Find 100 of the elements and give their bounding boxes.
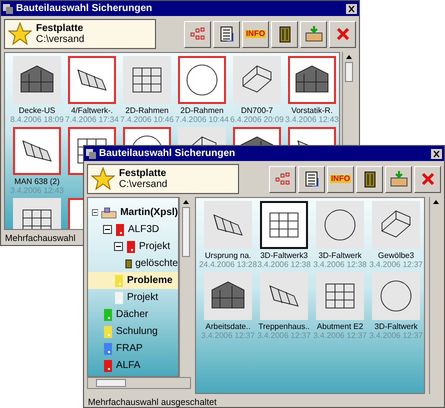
- item-date: 3.4.2006 12:37: [369, 331, 423, 340]
- tree-label: gelöschte: [135, 257, 178, 271]
- window-icon: [86, 148, 96, 158]
- item-name: 2D-Rahmen: [180, 106, 224, 115]
- delete-button[interactable]: [271, 20, 298, 48]
- collapse-icon[interactable]: [103, 225, 112, 234]
- location-path: C:\versand: [119, 179, 168, 190]
- item-date: 3.4.2006 12:38: [257, 260, 311, 269]
- star-icon: [8, 22, 32, 46]
- item-date: 7.4.2006 17:34: [65, 115, 119, 124]
- star-icon: [91, 167, 115, 191]
- item-name: Abutment E2: [316, 322, 364, 331]
- close-button[interactable]: [329, 20, 356, 48]
- tree-item[interactable]: Projekt: [88, 238, 178, 255]
- thumbnail-tile[interactable]: [288, 56, 336, 104]
- item-name: 3D-Faltwerk3: [260, 251, 308, 260]
- tree-item[interactable]: Martin(Xpsl): [88, 204, 178, 221]
- item-name: 3D-Faltwerk: [318, 251, 362, 260]
- tree-item[interactable]: Probleme: [88, 272, 178, 289]
- item-name: 2D-Rahmen: [125, 106, 169, 115]
- thumbnail-tile[interactable]: [68, 56, 116, 104]
- tree-label: Dächer: [116, 308, 148, 322]
- tree-label: ALFA: [116, 359, 140, 373]
- trash-icon: [364, 170, 376, 188]
- stacked-pages-icon: [302, 170, 320, 188]
- tree-item[interactable]: gelöschte: [88, 255, 178, 272]
- item-name: 4/Faltwerk-.: [71, 106, 113, 115]
- close-icon[interactable]: [431, 148, 442, 158]
- close-icon: [420, 172, 434, 186]
- desk-arrow-icon: [304, 25, 324, 43]
- tree-item[interactable]: Projekt: [88, 289, 178, 306]
- scroll-thumb[interactable]: [96, 379, 126, 387]
- copy-button[interactable]: [213, 20, 240, 48]
- tree-label: FRAP: [116, 342, 143, 356]
- item-date: 3.4.2006 12:38: [313, 260, 367, 269]
- item-date: 3.4.2006 12:37: [257, 331, 311, 340]
- import-button[interactable]: [300, 20, 327, 48]
- window-icon: [3, 4, 13, 14]
- item-date: 3.4.2006 12:37: [201, 331, 255, 340]
- close-button[interactable]: [414, 166, 441, 192]
- computer-desk-icon: [101, 204, 118, 220]
- network-button[interactable]: [184, 20, 211, 48]
- tree-item[interactable]: ALFA: [88, 357, 178, 374]
- network-button[interactable]: [269, 166, 296, 192]
- import-button[interactable]: [385, 166, 412, 192]
- location-path: C:\versand: [36, 34, 84, 45]
- item-date: 7.4.2006 10:46: [120, 115, 174, 124]
- desk-arrow-icon: [388, 170, 408, 188]
- close-icon: [336, 27, 350, 41]
- collapse-icon[interactable]: [114, 242, 123, 251]
- item-date: 6.4.2006 20:09: [230, 115, 284, 124]
- item-date: 24.4.2006 13:28: [199, 260, 257, 269]
- network-icon: [274, 172, 290, 186]
- item-date: 3.4.2006 12:43: [10, 186, 64, 195]
- trash-icon: [125, 257, 132, 270]
- stacked-pages-icon: [218, 25, 236, 43]
- horizontal-scrollbar[interactable]: [87, 377, 191, 389]
- tree-label: Martin(Xpsl): [120, 206, 178, 220]
- thumbnail-tile[interactable]: [178, 56, 226, 104]
- window-title: Bauteilauswahl Sicherungen: [16, 2, 154, 16]
- item-name: Treppenhaus..: [258, 322, 310, 331]
- item-name: Ursprung na.: [204, 251, 252, 260]
- tree-label: Projekt: [127, 291, 158, 305]
- item-name: MAN 638 (2): [14, 177, 60, 186]
- network-icon: [190, 27, 206, 41]
- tree-item[interactable]: Dächer: [88, 306, 178, 323]
- item-date: 8.4.2006 18:09: [10, 115, 64, 124]
- collapse-icon[interactable]: [92, 208, 98, 217]
- copy-button[interactable]: [298, 166, 325, 192]
- item-name: Gewölbe3: [378, 251, 414, 260]
- item-date: 3.4.2006 12:37: [369, 260, 423, 269]
- thumbnail-tile[interactable]: [13, 127, 61, 175]
- thumbnail-tile[interactable]: [260, 201, 308, 249]
- status-text: Mehrfachauswahl ausgeschaltet: [87, 396, 218, 408]
- scroll-thumb[interactable]: [344, 62, 352, 82]
- item-date: 7.4.2006 10:44: [175, 115, 229, 124]
- close-icon[interactable]: [346, 4, 357, 14]
- item-name: Arbeitsdate..: [206, 322, 250, 331]
- status-text: Mehrfachauswahl: [4, 232, 77, 245]
- tree-label: ALF3D: [128, 223, 160, 237]
- item-name: Decke-US: [18, 106, 56, 115]
- scroll-thumb[interactable]: [182, 207, 190, 257]
- tree-item[interactable]: ALF3D: [88, 221, 178, 238]
- tree-item[interactable]: FRAP: [88, 340, 178, 357]
- item-date: 3.4.2006 12:43: [285, 115, 339, 124]
- item-name: Vorstatik-R.: [291, 106, 333, 115]
- tree-label: Probleme: [127, 274, 173, 288]
- tree-label: Projekt: [139, 240, 170, 254]
- location-name: Festplatte: [36, 23, 84, 34]
- trash-icon: [278, 25, 290, 43]
- delete-button[interactable]: [356, 166, 383, 192]
- item-name: 3D-Faltwerk: [374, 322, 418, 331]
- tree-label: Schulung: [116, 325, 158, 339]
- scrollbar[interactable]: [179, 197, 191, 377]
- info-label: INFO: [244, 30, 266, 38]
- info-label: INFO: [330, 175, 352, 183]
- item-name: DN700-7: [240, 106, 273, 115]
- window-title: Bauteilauswahl Sicherungen: [99, 147, 236, 161]
- location-name: Festplatte: [119, 168, 168, 179]
- tree-item[interactable]: Schulung: [88, 323, 178, 340]
